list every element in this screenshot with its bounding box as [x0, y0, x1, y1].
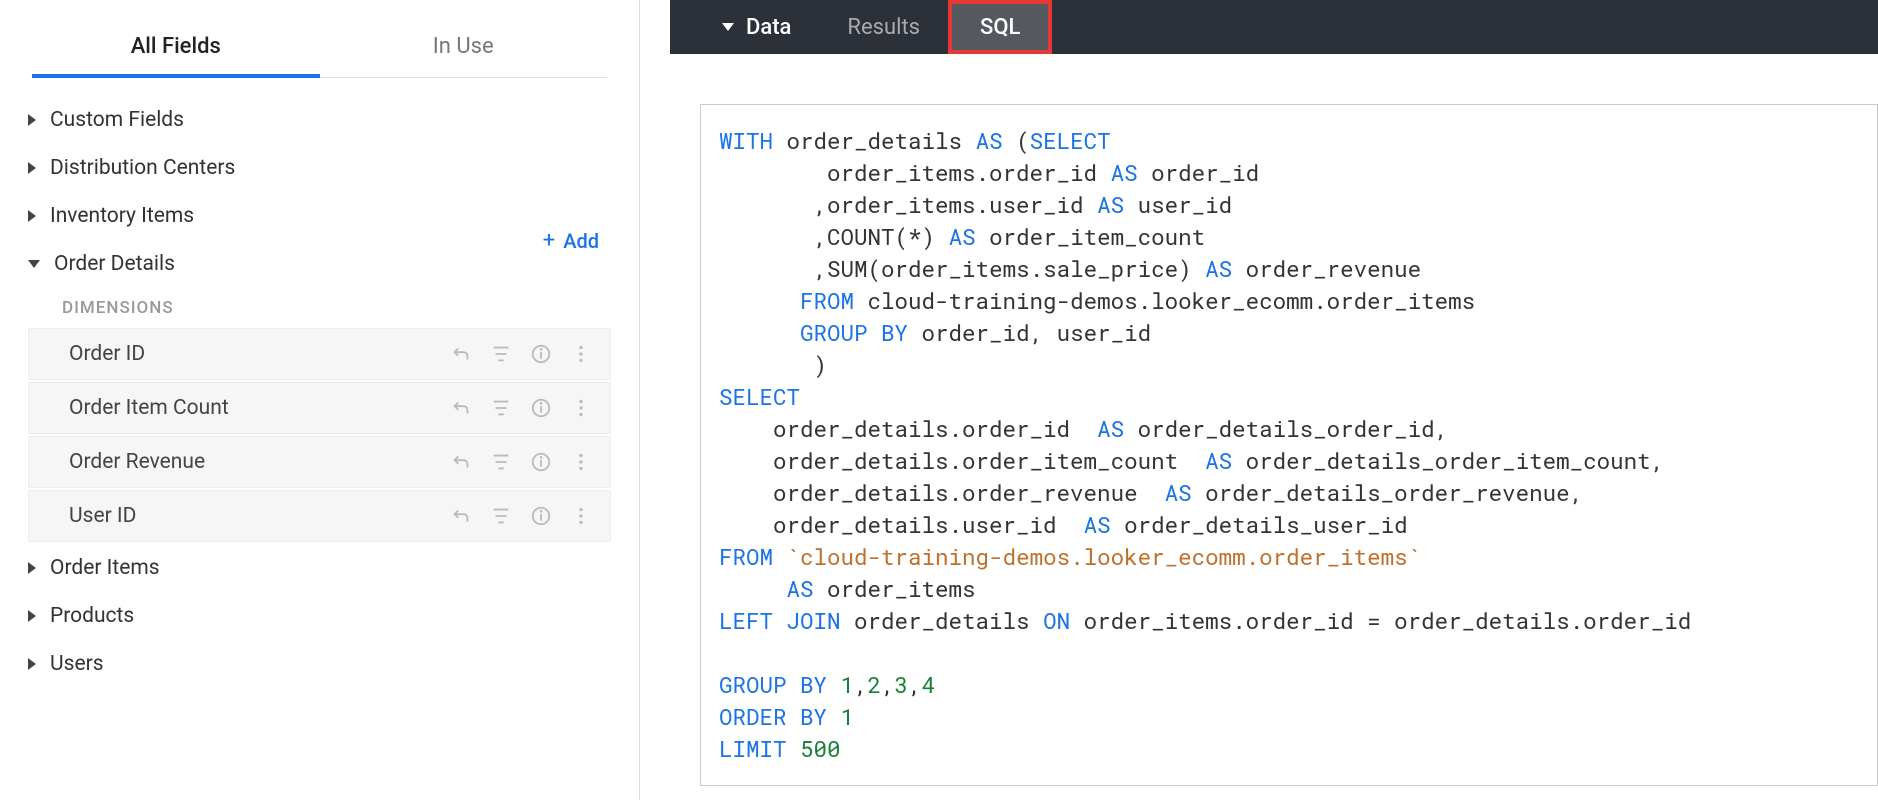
plus-icon: + — [543, 228, 555, 253]
sql-code: WITH order_details AS (SELECT order_item… — [700, 104, 1878, 786]
tab-in-use[interactable]: In Use — [320, 20, 608, 77]
tree-item-products[interactable]: Products — [28, 592, 611, 640]
pivot-icon[interactable] — [450, 397, 472, 419]
dimension-actions — [450, 343, 592, 365]
filter-icon[interactable] — [490, 505, 512, 527]
more-icon[interactable] — [570, 451, 592, 473]
pivot-icon[interactable] — [450, 505, 472, 527]
pivot-icon[interactable] — [450, 343, 472, 365]
info-icon[interactable] — [530, 505, 552, 527]
info-icon[interactable] — [530, 451, 552, 473]
chevron-down-icon — [28, 260, 40, 268]
info-icon[interactable] — [530, 343, 552, 365]
tree-item-distribution-centers[interactable]: Distribution Centers — [28, 144, 611, 192]
dimension-user-id[interactable]: User ID — [28, 490, 611, 542]
info-icon[interactable] — [530, 397, 552, 419]
more-icon[interactable] — [570, 343, 592, 365]
tree-item-users[interactable]: Users — [28, 640, 611, 688]
filter-icon[interactable] — [490, 343, 512, 365]
tree-item-order-items[interactable]: Order Items — [28, 544, 611, 592]
topbar: Data Results SQL — [670, 0, 1878, 54]
chevron-right-icon — [28, 210, 36, 222]
sidebar-tabs: All Fields In Use — [32, 20, 607, 78]
main-panel: Data Results SQL WITH order_details AS (… — [640, 0, 1878, 800]
dimension-order-id[interactable]: Order ID — [28, 328, 611, 380]
chevron-right-icon — [28, 610, 36, 622]
tab-all-fields[interactable]: All Fields — [32, 20, 320, 77]
pivot-icon[interactable] — [450, 451, 472, 473]
dimensions-header: DIMENSIONS — [28, 288, 611, 328]
more-icon[interactable] — [570, 505, 592, 527]
add-label: Add — [563, 229, 599, 253]
filter-icon[interactable] — [490, 397, 512, 419]
dimension-order-revenue[interactable]: Order Revenue — [28, 436, 611, 488]
tab-sql[interactable]: SQL — [948, 0, 1052, 54]
chevron-right-icon — [28, 658, 36, 670]
filter-icon[interactable] — [490, 451, 512, 473]
field-tree: + Add Custom Fields Distribution Centers… — [0, 96, 639, 688]
more-icon[interactable] — [570, 397, 592, 419]
tree-item-order-details[interactable]: Order Details — [28, 240, 611, 288]
dimension-actions — [450, 505, 592, 527]
dimension-actions — [450, 397, 592, 419]
chevron-right-icon — [28, 562, 36, 574]
tree-item-inventory-items[interactable]: Inventory Items — [28, 192, 611, 240]
add-button[interactable]: + Add — [543, 228, 599, 253]
dimension-actions — [450, 451, 592, 473]
chevron-right-icon — [28, 114, 36, 126]
sidebar: All Fields In Use + Add Custom Fields Di… — [0, 0, 640, 800]
tree-item-custom-fields[interactable]: Custom Fields — [28, 96, 611, 144]
chevron-down-icon — [722, 23, 734, 31]
dimension-order-item-count[interactable]: Order Item Count — [28, 382, 611, 434]
tab-data[interactable]: Data — [694, 0, 819, 54]
chevron-right-icon — [28, 162, 36, 174]
tab-results[interactable]: Results — [819, 0, 948, 54]
